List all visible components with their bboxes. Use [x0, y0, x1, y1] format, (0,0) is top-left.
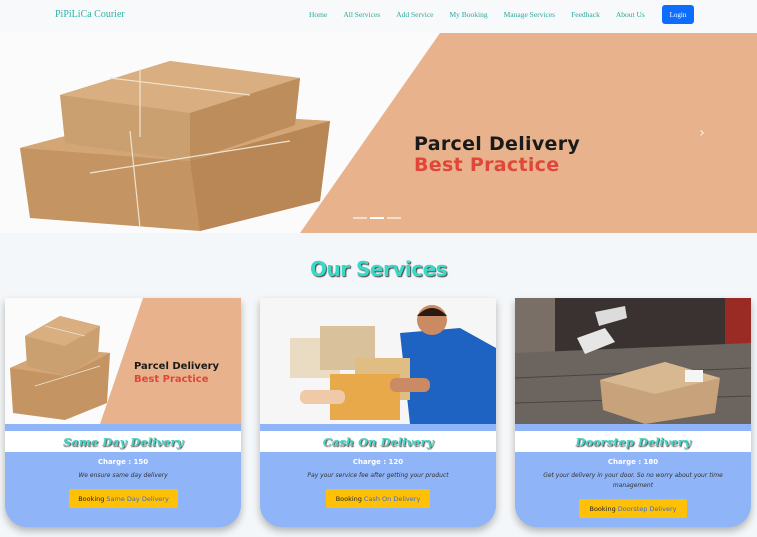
nav-my-booking[interactable]: My Booking — [450, 10, 488, 19]
card-charge: Charge : 120 — [352, 458, 404, 466]
card-title-bar: Doorstep Delivery — [515, 431, 751, 452]
carousel-next-icon[interactable]: › — [695, 125, 709, 141]
booking-button-service: Same Day Delivery — [106, 494, 169, 503]
hero-heading: Parcel Delivery — [414, 133, 581, 155]
booking-button-label: Booking — [335, 494, 362, 503]
card-image-same-day: Parcel Delivery Best Practice — [5, 298, 241, 424]
nav-about-us[interactable]: About Us — [616, 10, 645, 19]
services-section-title: Our Services — [309, 257, 448, 281]
brand-logo[interactable]: PiPiLiCa Courier — [55, 9, 125, 20]
service-card-same-day: Parcel Delivery Best Practice Same Day D… — [5, 298, 241, 527]
service-card-doorstep: Doorstep Delivery Charge : 180 Get your … — [515, 298, 751, 527]
carousel-indicators — [353, 217, 401, 219]
carousel-prev-icon[interactable]: ‹ — [47, 125, 61, 141]
navbar: PiPiLiCa Courier Home All Services Add S… — [0, 0, 757, 33]
card-title-bar: Same Day Delivery — [5, 431, 241, 452]
card-description: Pay your service fee after getting your … — [307, 472, 449, 479]
nav-home[interactable]: Home — [309, 10, 327, 19]
nav-manage-services[interactable]: Manage Services — [504, 10, 555, 19]
card-title: Cash On Delivery — [322, 434, 434, 449]
card-image-doorstep — [515, 298, 751, 424]
card-title-bar: Cash On Delivery — [260, 431, 496, 452]
carousel-indicator-1[interactable] — [353, 217, 367, 219]
booking-button-label: Booking — [78, 494, 105, 503]
hero-slide-image — [0, 33, 757, 233]
card-charge: Charge : 180 — [607, 458, 659, 466]
nav-add-service[interactable]: Add Service — [396, 10, 433, 19]
login-button[interactable]: Login — [662, 5, 694, 24]
booking-button-service: Doorstep Delivery — [617, 504, 677, 513]
card-title: Same Day Delivery — [62, 434, 184, 449]
hero-subheading: Best Practice — [414, 154, 560, 176]
card-description: We ensure same day delivery — [78, 472, 168, 479]
card-image-subheading: Best Practice — [134, 374, 209, 385]
card-charge: Charge : 150 — [97, 458, 149, 466]
card-image-heading: Parcel Delivery — [134, 361, 220, 372]
nav-links: Home All Services Add Service My Booking… — [309, 10, 661, 19]
nav-feedback[interactable]: Feedback — [571, 10, 600, 19]
booking-button-label: Booking — [589, 504, 616, 513]
carousel-indicator-3[interactable] — [387, 217, 401, 219]
booking-button-service: Cash On Delivery — [363, 494, 421, 503]
hero-carousel: Parcel Delivery Best Practice ‹ › — [0, 33, 757, 233]
card-title: Doorstep Delivery — [575, 434, 691, 449]
booking-button-doorstep[interactable]: Booking Doorstep Delivery — [579, 499, 687, 518]
card-image-cash-on-delivery — [260, 298, 496, 424]
booking-button-cash-on-delivery[interactable]: Booking Cash On Delivery — [326, 489, 430, 508]
card-description: Get your delivery in your door. So no wo… — [543, 472, 723, 489]
carousel-indicator-2[interactable] — [370, 217, 384, 219]
nav-all-services[interactable]: All Services — [343, 10, 380, 19]
service-card-cash-on-delivery: Cash On Delivery Charge : 120 Pay your s… — [260, 298, 496, 527]
booking-button-same-day[interactable]: Booking Same Day Delivery — [69, 489, 178, 508]
